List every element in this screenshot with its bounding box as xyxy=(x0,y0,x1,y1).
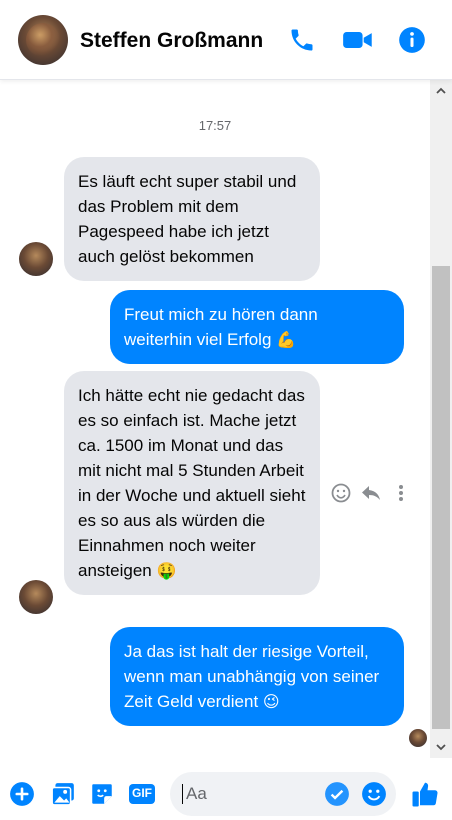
photo-icon[interactable] xyxy=(50,781,76,807)
message-timestamp: 17:57 xyxy=(198,118,232,133)
message-bubble-outgoing[interactable]: Freut mich zu hören dann weiterhin viel … xyxy=(110,290,404,364)
scroll-thumb[interactable] xyxy=(432,266,450,729)
sender-avatar[interactable] xyxy=(19,580,53,614)
more-icon[interactable] xyxy=(390,482,412,504)
sender-avatar[interactable] xyxy=(19,242,53,276)
chat-header: Steffen Großmann xyxy=(0,0,452,80)
info-icon[interactable] xyxy=(398,26,426,54)
message-text: Ja das ist halt der riesige Vorteil, wen… xyxy=(124,642,380,711)
flexed-biceps-emoji: 💪 xyxy=(276,330,297,349)
like-icon[interactable] xyxy=(410,779,440,809)
contact-name[interactable]: Steffen Großmann xyxy=(80,29,263,53)
plus-icon[interactable] xyxy=(9,781,35,807)
react-icon[interactable] xyxy=(330,482,352,504)
message-input[interactable]: Aa xyxy=(170,772,396,816)
reply-icon[interactable] xyxy=(360,482,382,504)
text-caret xyxy=(182,784,183,804)
message-bubble-outgoing[interactable]: Ja das ist halt der riesige Vorteil, wen… xyxy=(110,627,404,726)
sticker-icon[interactable] xyxy=(89,781,115,807)
message-bubble-incoming[interactable]: Ich hätte echt nie gedacht das es so ein… xyxy=(64,371,320,595)
money-mouth-emoji: 🤑 xyxy=(156,561,177,580)
message-text: Es läuft echt super stabil und das Probl… xyxy=(78,172,297,266)
message-text: Ich hätte echt nie gedacht das es so ein… xyxy=(78,386,306,580)
winking-face-emoji: 😉 xyxy=(262,692,280,711)
sent-check-icon xyxy=(324,781,350,807)
scrollbar[interactable] xyxy=(430,80,452,758)
contact-avatar[interactable] xyxy=(18,15,68,65)
phone-icon[interactable] xyxy=(288,26,316,54)
emoji-icon[interactable] xyxy=(361,781,387,807)
seen-receipt-avatar xyxy=(409,729,427,747)
message-actions xyxy=(330,482,412,504)
video-call-icon[interactable] xyxy=(342,26,374,54)
scroll-down-icon[interactable] xyxy=(430,736,452,758)
message-input-placeholder: Aa xyxy=(186,784,207,803)
message-bubble-incoming[interactable]: Es läuft echt super stabil und das Probl… xyxy=(64,157,320,281)
gif-label: GIF xyxy=(132,786,152,800)
scroll-up-icon[interactable] xyxy=(430,80,452,102)
gif-icon[interactable]: GIF xyxy=(128,781,156,807)
